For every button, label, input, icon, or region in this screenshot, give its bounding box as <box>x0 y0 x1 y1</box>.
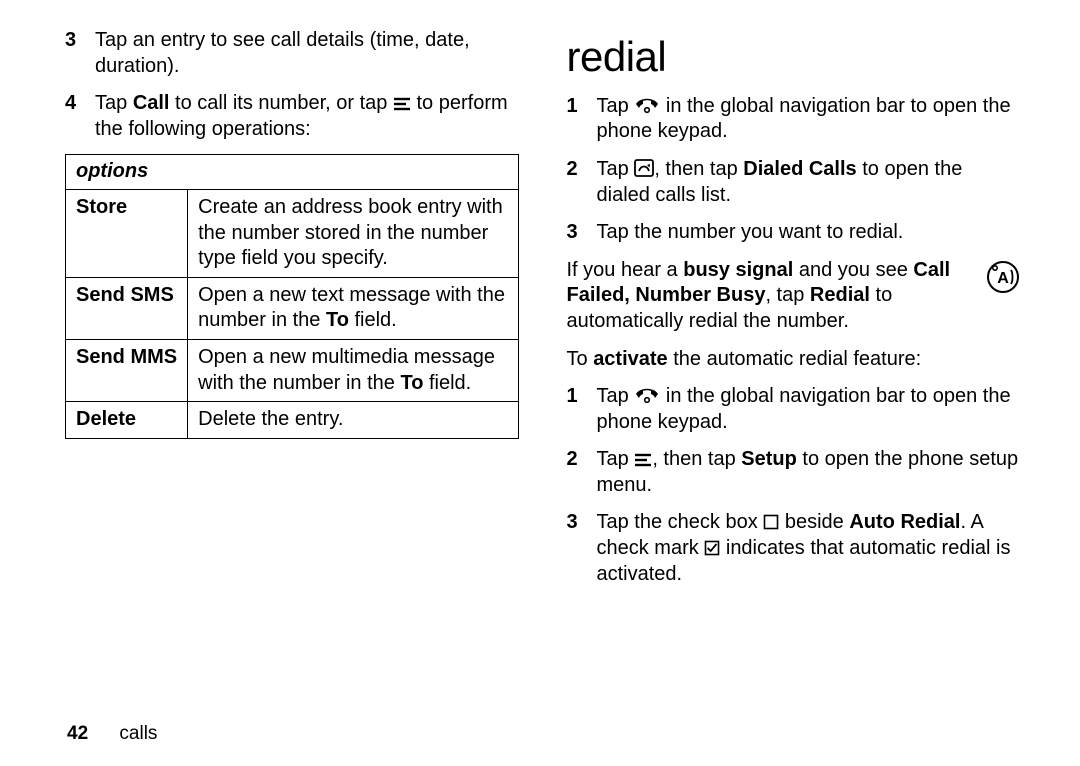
activate-para: To activate the automatic redial feature… <box>567 347 1021 373</box>
phone-icon <box>634 96 660 114</box>
table-row: Send MMSOpen a new multimedia message wi… <box>66 339 519 401</box>
page-number: 42 <box>67 723 88 744</box>
step-body: Tap an entry to see call details (time, … <box>95 28 519 79</box>
option-description: Open a new multimedia message with the n… <box>188 339 518 401</box>
numbered-step: 1Tap in the global navigation bar to ope… <box>567 94 1021 145</box>
numbered-step: 3Tap the number you want to redial. <box>567 220 1021 246</box>
redial-steps-b: 1Tap in the global navigation bar to ope… <box>567 384 1021 587</box>
svg-text:A: A <box>997 270 1009 287</box>
table-row: StoreCreate an address book entry with t… <box>66 189 519 277</box>
step-number: 1 <box>567 94 597 145</box>
option-description: Create an address book entry with the nu… <box>188 189 518 277</box>
option-name: Send MMS <box>66 339 188 401</box>
manual-page: 3Tap an entry to see call details (time,… <box>0 0 1080 766</box>
step-number: 3 <box>65 28 95 79</box>
numbered-step: 2Tap , then tap Dialed Calls to open the… <box>567 157 1021 208</box>
step-body: Tap the number you want to redial. <box>597 220 1021 246</box>
left-steps: 3Tap an entry to see call details (time,… <box>65 28 519 142</box>
numbered-step: 3Tap the check box beside Auto Redial. A… <box>567 510 1021 587</box>
step-body: Tap Call to call its number, or tap to p… <box>95 91 519 142</box>
feature-icon: A <box>986 260 1020 300</box>
right-column: redial 1Tap in the global navigation bar… <box>567 28 1021 704</box>
table-row: DeleteDelete the entry. <box>66 402 519 439</box>
checkbox-checked-icon <box>704 540 720 556</box>
footer-section: calls <box>119 723 157 744</box>
page-footer: 42 calls <box>65 704 1020 746</box>
step-number: 1 <box>567 384 597 435</box>
section-heading: redial <box>567 30 1021 84</box>
step-body: Tap in the global navigation bar to open… <box>597 94 1021 145</box>
two-column-layout: 3Tap an entry to see call details (time,… <box>65 28 1020 704</box>
step-number: 3 <box>567 220 597 246</box>
step-body: Tap , then tap Setup to open the phone s… <box>597 447 1021 498</box>
numbered-step: 2Tap , then tap Setup to open the phone … <box>567 447 1021 498</box>
numbered-step: 3Tap an entry to see call details (time,… <box>65 28 519 79</box>
options-table-header: options <box>66 155 519 190</box>
option-name: Send SMS <box>66 277 188 339</box>
feature-icon: A <box>986 260 1020 294</box>
option-description: Delete the entry. <box>188 402 518 439</box>
left-column: 3Tap an entry to see call details (time,… <box>65 28 519 704</box>
step-number: 2 <box>567 157 597 208</box>
recent-calls-icon <box>634 159 654 177</box>
step-body: Tap in the global navigation bar to open… <box>597 384 1021 435</box>
options-table: options StoreCreate an address book entr… <box>65 154 519 438</box>
option-name: Store <box>66 189 188 277</box>
step-number: 3 <box>567 510 597 587</box>
option-description: Open a new text message with the number … <box>188 277 518 339</box>
step-number: 4 <box>65 91 95 142</box>
step-body: Tap , then tap Dialed Calls to open the … <box>597 157 1021 208</box>
menu-icon <box>393 97 411 111</box>
option-name: Delete <box>66 402 188 439</box>
numbered-step: 4Tap Call to call its number, or tap to … <box>65 91 519 142</box>
phone-icon <box>634 386 660 404</box>
step-body: Tap the check box beside Auto Redial. A … <box>597 510 1021 587</box>
numbered-step: 1Tap in the global navigation bar to ope… <box>567 384 1021 435</box>
redial-steps-a: 1Tap in the global navigation bar to ope… <box>567 94 1021 246</box>
step-number: 2 <box>567 447 597 498</box>
busy-signal-para: A If you hear a busy signal and you see … <box>567 258 1021 335</box>
menu-icon <box>634 453 652 467</box>
checkbox-empty-icon <box>763 514 779 530</box>
table-row: Send SMSOpen a new text message with the… <box>66 277 519 339</box>
